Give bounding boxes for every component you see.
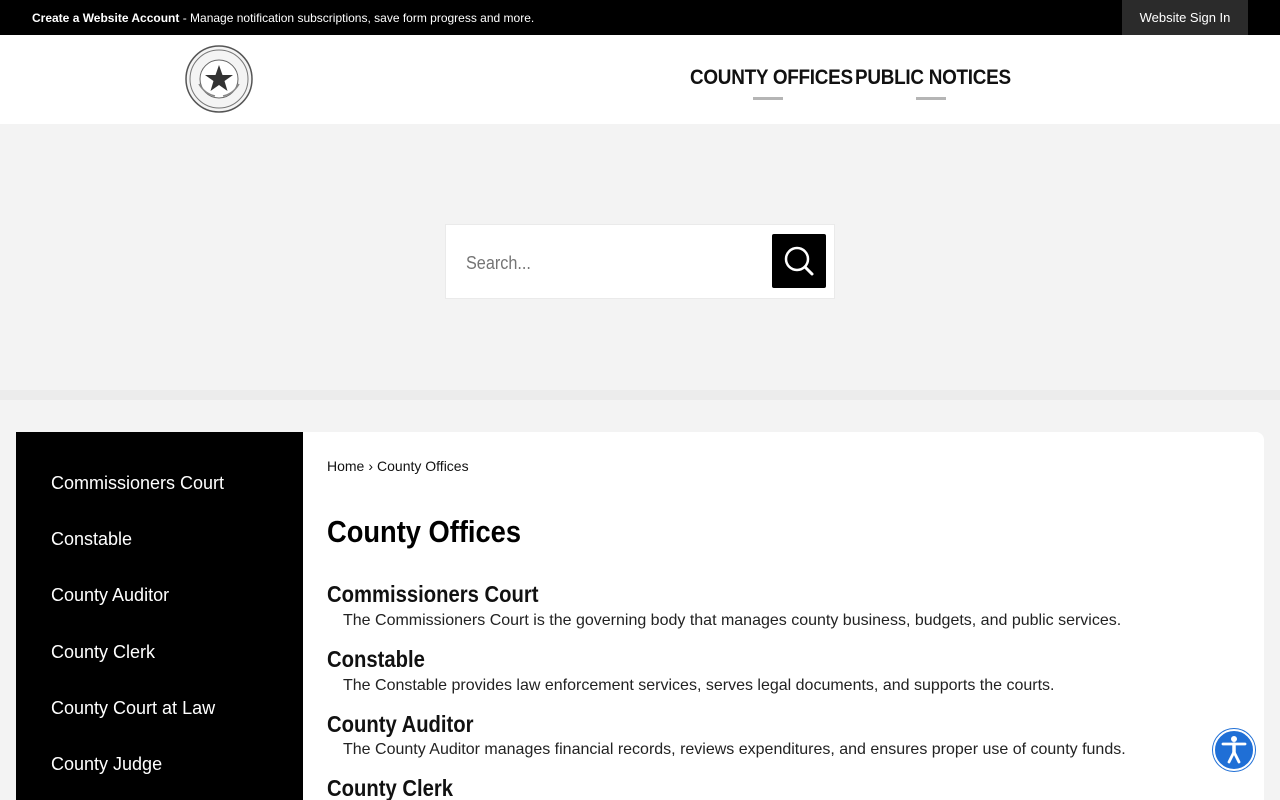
account-message-text: - Manage notification subscriptions, sav… xyxy=(179,11,535,25)
site-header: COUNTY OFFICES PUBLIC NOTICES xyxy=(0,35,1280,124)
search-input[interactable] xyxy=(466,253,727,274)
breadcrumb-separator: › xyxy=(368,458,374,474)
account-message: Create a Website Account - Manage notifi… xyxy=(32,10,534,26)
sidebar-nav: Commissioners Court Constable County Aud… xyxy=(16,432,303,800)
nav-county-offices[interactable]: COUNTY OFFICES xyxy=(690,66,853,90)
nav-public-notices-underline xyxy=(916,97,946,100)
create-account-link[interactable]: Create a Website Account xyxy=(32,11,179,25)
search-button[interactable] xyxy=(772,234,826,288)
top-bar: Create a Website Account - Manage notifi… xyxy=(0,0,1280,35)
search-box xyxy=(445,224,835,299)
entry-title-commissioners-court[interactable]: Commissioners Court xyxy=(327,581,538,608)
entry-desc-county-auditor: The County Auditor manages financial rec… xyxy=(343,741,1126,758)
entry-title-county-clerk[interactable]: County Clerk xyxy=(327,775,453,800)
sidebar-item-constable[interactable]: Constable xyxy=(51,529,132,550)
main-content: Home › County Offices County Offices Commi… xyxy=(303,432,1264,800)
nav-public-notices[interactable]: PUBLIC NOTICES xyxy=(855,66,1011,90)
sidebar-item-county-clerk[interactable]: County Clerk xyxy=(51,642,155,663)
sidebar-item-county-auditor[interactable]: County Auditor xyxy=(51,585,169,606)
sidebar-item-county-judge[interactable]: County Judge xyxy=(51,754,162,775)
nav-county-offices-underline xyxy=(753,97,783,100)
sign-in-button[interactable]: Website Sign In xyxy=(1122,0,1248,35)
entry-title-county-auditor[interactable]: County Auditor xyxy=(327,711,474,738)
entry-desc-constable: The Constable provides law enforcement s… xyxy=(343,677,1055,694)
county-seal-icon[interactable] xyxy=(185,44,253,114)
breadcrumb-home[interactable]: Home xyxy=(327,458,364,474)
accessibility-button[interactable] xyxy=(1213,729,1255,771)
breadcrumb-current[interactable]: County Offices xyxy=(377,458,469,474)
entry-title-constable[interactable]: Constable xyxy=(327,646,425,673)
sidebar-item-county-court-at-law[interactable]: County Court at Law xyxy=(51,698,215,719)
search-icon xyxy=(784,246,814,276)
breadcrumb: Home › County Offices xyxy=(327,458,469,474)
sidebar-item-commissioners-court[interactable]: Commissioners Court xyxy=(51,473,224,494)
page-title: County Offices xyxy=(327,514,522,549)
entry-desc-commissioners-court: The Commissioners Court is the governing… xyxy=(343,612,1122,629)
accessibility-icon xyxy=(1221,736,1247,764)
hero-divider xyxy=(0,390,1280,400)
